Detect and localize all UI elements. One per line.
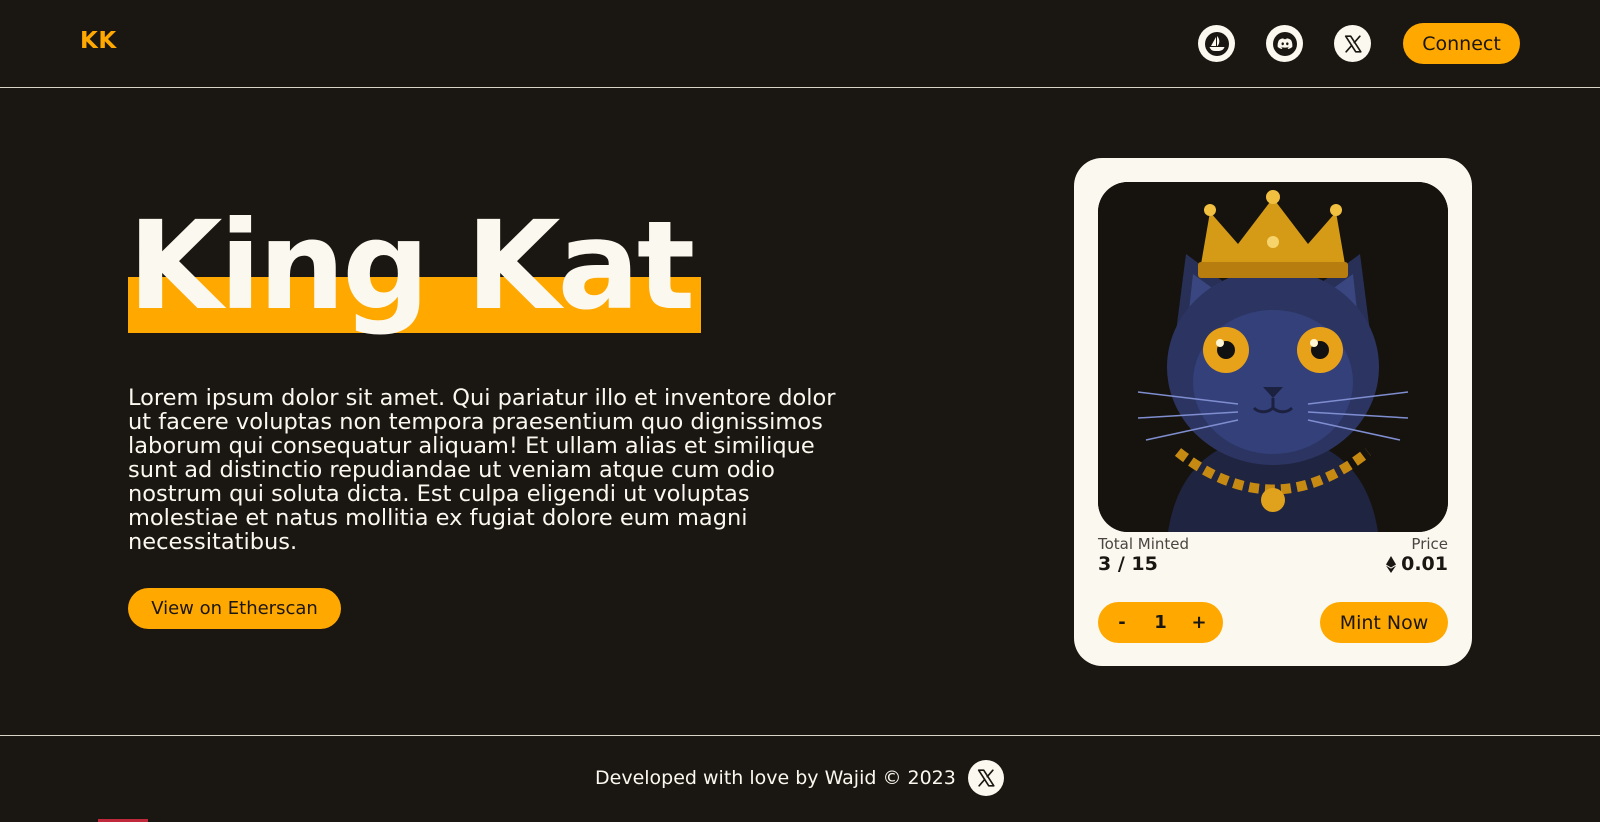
- quantity-stepper: - 1 +: [1098, 602, 1223, 643]
- opensea-icon[interactable]: [1198, 25, 1235, 62]
- total-minted-value: 3 / 15: [1098, 553, 1158, 575]
- logo[interactable]: KK: [80, 28, 117, 54]
- decrement-button[interactable]: -: [1104, 602, 1140, 643]
- price-display: 0.01: [1386, 553, 1448, 575]
- mint-card: Total Minted 3 / 15 Price 0.01 - 1 + Min…: [1074, 158, 1472, 666]
- hero-title-wrap: King Kat: [128, 195, 701, 337]
- price-value: 0.01: [1401, 553, 1448, 575]
- increment-button[interactable]: +: [1181, 602, 1217, 643]
- x-icon[interactable]: [968, 760, 1004, 796]
- page-title: King Kat: [128, 195, 695, 337]
- connect-button[interactable]: Connect: [1403, 23, 1520, 64]
- mint-now-button[interactable]: Mint Now: [1320, 602, 1448, 643]
- view-on-etherscan-button[interactable]: View on Etherscan: [128, 588, 341, 629]
- site-header: KK Connect: [0, 0, 1600, 88]
- total-minted-label: Total Minted: [1098, 535, 1190, 553]
- ethereum-icon: [1386, 555, 1397, 573]
- discord-icon[interactable]: [1266, 25, 1303, 62]
- hero-description: Lorem ipsum dolor sit amet. Qui pariatur…: [128, 385, 836, 555]
- footer-credit: Developed with love by Wajid © 2023: [595, 767, 956, 789]
- x-icon[interactable]: [1334, 25, 1371, 62]
- quantity-value: 1: [1154, 612, 1167, 633]
- price-label: Price: [1411, 535, 1448, 553]
- nft-image: [1098, 182, 1448, 532]
- site-footer: Developed with love by Wajid © 2023: [0, 735, 1600, 822]
